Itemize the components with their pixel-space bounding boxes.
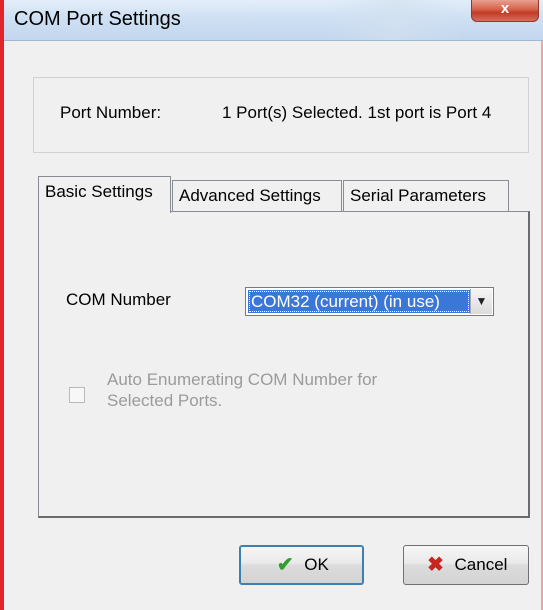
chevron-down-icon[interactable]: ▼ [470, 289, 492, 314]
tab-advanced-settings[interactable]: Advanced Settings [172, 180, 342, 212]
title-bar[interactable]: COM Port Settings x [4, 0, 543, 41]
x-icon: ✖ [427, 554, 444, 576]
port-number-group: Port Number: 1 Port(s) Selected. 1st por… [33, 77, 529, 153]
checkmark-icon: ✔ [276, 554, 294, 576]
tab-basic-settings[interactable]: Basic Settings [38, 176, 171, 213]
cancel-button-label: Cancel [454, 555, 508, 574]
title-bar-reflection [324, 0, 464, 40]
close-button[interactable]: x [471, 0, 539, 22]
port-number-label: Port Number: [60, 103, 162, 122]
com-number-select[interactable]: COM32 (current) (in use) ▼ [245, 287, 494, 316]
cancel-button[interactable]: ✖ Cancel [403, 545, 529, 585]
ok-button-label: OK [304, 555, 329, 574]
basic-settings-panel: COM Number COM32 (current) (in use) ▼ Au… [38, 211, 530, 518]
com-number-value: COM32 (current) (in use) [248, 290, 470, 313]
port-number-value: 1 Port(s) Selected. 1st port is Port 4 [222, 103, 492, 122]
com-number-label: COM Number [66, 290, 171, 309]
tab-serial-parameters[interactable]: Serial Parameters [343, 180, 509, 212]
window-title: COM Port Settings [14, 8, 181, 30]
ok-button[interactable]: ✔ OK [239, 545, 364, 585]
auto-enumerate-label: Auto Enumerating COM Number for Selected… [107, 370, 378, 410]
dialog-window: COM Port Settings x Port Number: 1 Port(… [0, 0, 543, 610]
auto-enumerate-checkbox[interactable] [69, 387, 85, 403]
